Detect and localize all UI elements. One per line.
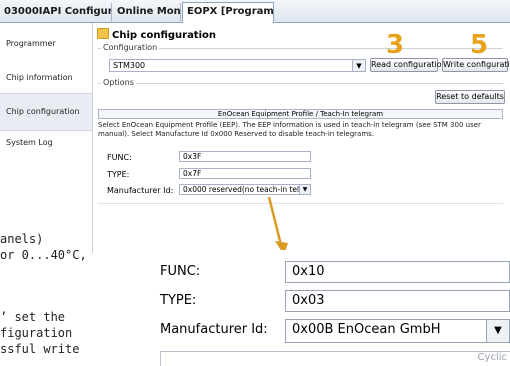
- divider: [98, 203, 503, 204]
- manufacturer-label: Manufacturer Id:: [107, 186, 174, 195]
- sidebar-item-chip-information[interactable]: Chip information: [0, 73, 92, 82]
- sidebar-item-chip-configuration[interactable]: Chip configuration: [0, 93, 92, 131]
- doc-text-line-2: or 0...40°C,: [0, 248, 87, 262]
- sidebar-item-system-log[interactable]: System Log: [0, 138, 92, 147]
- sidebar-item-programmer[interactable]: Programmer: [0, 39, 92, 48]
- func-label: FUNC:: [107, 153, 132, 162]
- tab-bar: 03000IAPI Configuration Online Monitor E…: [0, 0, 510, 23]
- zoom-manufacturer-value: 0x00B EnOcean GmbH: [292, 322, 441, 337]
- doc-text-line-1: anels): [0, 232, 44, 246]
- configuration-group-label: Configuration: [101, 43, 160, 52]
- doc-text-line-4: figuration: [0, 326, 73, 340]
- eep-description: Select EnOcean Equipment Profile (EEP). …: [98, 121, 481, 138]
- manufacturer-select[interactable]: 0x000 reserved(no teach-in telegram ▼: [179, 184, 311, 195]
- zoom-func-input[interactable]: 0x10: [285, 261, 510, 283]
- func-input[interactable]: 0x3F: [179, 151, 311, 162]
- manufacturer-select-value: 0x000 reserved(no teach-in telegram: [183, 185, 311, 194]
- page-title-text: Chip configuration: [112, 30, 217, 41]
- zoom-type-label: TYPE:: [160, 293, 197, 308]
- callout-5: 5: [470, 30, 489, 60]
- folder-icon: [97, 28, 109, 39]
- eep-header-bar: EnOcean Equipment Profile / Teach-In tel…: [98, 109, 503, 119]
- device-select[interactable]: STM300 ▼: [109, 59, 366, 72]
- options-group-line: [98, 83, 503, 84]
- chevron-down-icon: ▼: [486, 320, 509, 342]
- zoomed-fields-inset: FUNC: 0x10 TYPE: 0x03 Manufacturer Id: 0…: [140, 250, 510, 366]
- page-title: Chip configuration: [97, 28, 216, 41]
- callout-3: 3: [386, 30, 405, 60]
- type-input[interactable]: 0x7F: [179, 168, 311, 179]
- device-select-value: STM300: [113, 61, 146, 70]
- zoom-func-label: FUNC:: [160, 264, 201, 279]
- zoom-manufacturer-select[interactable]: 0x00B EnOcean GmbH ▼: [285, 319, 510, 343]
- tab-eopx-programmer[interactable]: EOPX [Programmer]: [182, 2, 274, 23]
- doc-text-line-5: ssful write: [0, 342, 80, 356]
- chevron-down-icon: ▼: [299, 185, 310, 194]
- sidebar: Programmer Chip information Chip configu…: [0, 23, 93, 253]
- type-label: TYPE:: [107, 170, 130, 179]
- read-configuration-button[interactable]: Read configuration: [370, 58, 447, 72]
- write-configuration-button[interactable]: Write configuration: [442, 58, 510, 72]
- options-group-label: Options: [101, 78, 136, 87]
- zoom-type-input[interactable]: 0x03: [285, 290, 510, 312]
- chevron-down-icon: ▼: [352, 60, 365, 71]
- tab-online-monitor[interactable]: Online Monitor: [113, 3, 181, 21]
- zoom-cyclic-text: Cyclic: [477, 352, 507, 363]
- reset-to-defaults-button[interactable]: Reset to defaults: [435, 90, 505, 104]
- zoom-cyclic-box: Cyclic: [160, 351, 510, 366]
- chip-configuration-panel: Chip configuration Configuration STM300 …: [93, 23, 510, 253]
- tab-api-configuration[interactable]: 03000IAPI Configuration: [0, 3, 112, 21]
- doc-text-line-3: ’ set the: [0, 310, 66, 324]
- zoom-manufacturer-label: Manufacturer Id:: [160, 322, 268, 337]
